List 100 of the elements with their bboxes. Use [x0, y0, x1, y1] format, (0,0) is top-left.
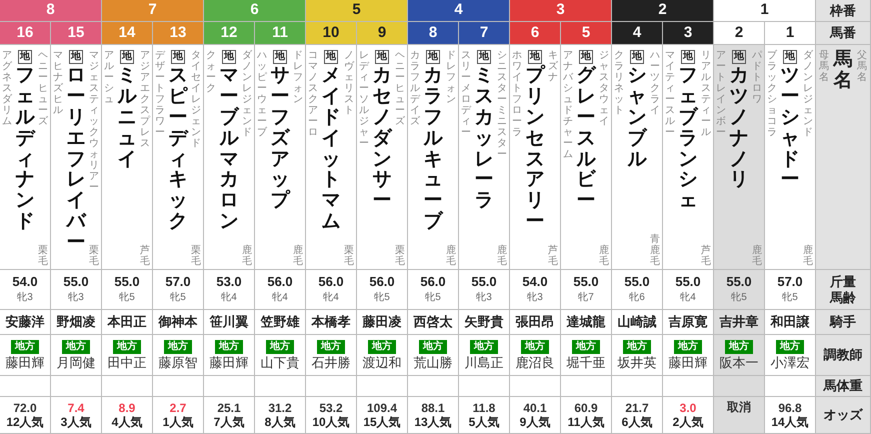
- sire-name: タイセイレジェンド: [191, 50, 201, 149]
- affiliation-badge: 地方: [623, 340, 651, 354]
- trainer-name: 堀千亜: [566, 354, 606, 370]
- weight: 55.0: [63, 274, 89, 290]
- sex-age: 牝3: [476, 290, 492, 304]
- frame-number: 7: [102, 0, 204, 22]
- coat-color: 鹿毛: [497, 245, 507, 267]
- local-badge: 地: [375, 50, 389, 64]
- coat-color: 栗毛: [395, 245, 405, 267]
- dam-name: スリーメロディー: [461, 50, 471, 140]
- horse-name: サーフズアップ: [270, 66, 290, 212]
- horse-name: グレースルビー: [576, 66, 596, 212]
- horse-number: 8: [408, 22, 459, 45]
- sex-age: 牝3: [68, 290, 84, 304]
- row-label: 調教師: [824, 346, 862, 364]
- horse-name: ミスカッレーラ: [474, 66, 494, 212]
- coat-color: 鹿毛: [803, 245, 813, 267]
- coat-color: 鹿毛: [446, 245, 456, 267]
- horse-number: 1: [765, 22, 816, 45]
- frame-number: 3: [510, 0, 612, 22]
- sire-name: シニスターミニスター: [497, 50, 507, 160]
- coat-color: 芦毛: [701, 245, 711, 267]
- horse-name: カツノナノリ: [730, 66, 748, 192]
- weight: 53.0: [216, 274, 242, 290]
- sex-age: 牝5: [119, 290, 135, 304]
- local-badge: 地: [477, 50, 491, 64]
- odds-value: 40.1: [523, 400, 547, 414]
- sex-age: 牝4: [680, 290, 696, 304]
- sire-name: パドトロワ: [752, 50, 762, 105]
- affiliation-badge: 地方: [317, 340, 345, 354]
- horse-number: 12: [204, 22, 255, 45]
- coat-color: 栗毛: [191, 245, 201, 267]
- odds-value: 8.9: [118, 400, 136, 414]
- sire-name: ダノンレジェンド: [242, 50, 252, 138]
- trainer-name: 月岡健: [56, 354, 96, 370]
- dam-name: カラフルデイズ: [410, 50, 420, 129]
- odds-value: 21.7: [625, 400, 649, 414]
- sex-age: 牝5: [782, 290, 798, 304]
- odds-value: 88.1: [421, 400, 445, 414]
- weight: 55.0: [675, 274, 701, 290]
- local-badge: 地: [732, 50, 746, 64]
- coat-color: 栗毛: [38, 245, 48, 267]
- affiliation-badge: 地方: [215, 340, 243, 354]
- sire-name: ハーツクライ: [650, 50, 660, 116]
- local-badge: 地: [528, 50, 542, 64]
- popularity-rank: 11人気: [568, 414, 604, 430]
- weight: 55.0: [114, 274, 140, 290]
- sex-age: 牝3: [17, 290, 33, 304]
- trainer-name: 藤原智: [158, 354, 198, 370]
- jockey-name: 西啓太: [414, 313, 452, 332]
- sex-age: 牝5: [425, 290, 441, 304]
- jockey-name: 野畑凌: [56, 313, 96, 332]
- odds-value: 72.0: [13, 400, 37, 414]
- odds-value: 96.8: [778, 400, 802, 414]
- frame-number: 4: [408, 0, 510, 22]
- row-label: 馬番: [830, 24, 856, 42]
- trainer-name: 小澤宏: [770, 354, 810, 370]
- trainer-name: 田中正: [108, 354, 146, 370]
- sire-name: ヘニーヒューズ: [395, 50, 405, 127]
- horse-name: メイドイットマム: [322, 66, 340, 234]
- coat-color: 鹿毛: [599, 245, 609, 267]
- local-badge: 地: [681, 50, 695, 64]
- jockey-name: 張田昂: [516, 313, 554, 332]
- local-badge: 地: [426, 50, 440, 64]
- odds-value: 11.8: [472, 400, 496, 414]
- sire-name: ダノンレジェンド: [803, 50, 813, 138]
- local-badge: 地: [324, 50, 338, 64]
- dam-name: クォーク: [206, 50, 216, 96]
- horse-name: マーブルマカロン: [220, 66, 238, 234]
- sex-age: 牝4: [323, 290, 339, 304]
- odds-value: 53.2: [319, 400, 343, 414]
- dam-name: コマノスクアーロ: [308, 50, 318, 140]
- trainer-name: 藤田輝: [6, 354, 44, 370]
- horse-name: スピーディキック: [168, 66, 188, 234]
- horse-name: フェブランシェ: [678, 66, 698, 212]
- horse-number: 14: [102, 22, 153, 45]
- local-badge: 地: [120, 50, 134, 64]
- jockey-name: 本橋孝: [312, 313, 350, 332]
- sire-name: ジャスタウェイ: [599, 50, 609, 127]
- dam-name: ハッピーウェーブ: [257, 50, 267, 140]
- affiliation-badge: 地方: [776, 340, 804, 354]
- weight: 56.0: [369, 274, 395, 290]
- horse-number: 11: [255, 22, 306, 45]
- local-badge: 地: [69, 50, 83, 64]
- popularity-rank: 10人気: [312, 414, 350, 430]
- horse-number: 13: [153, 22, 204, 45]
- dam-name: ブラックショコラ: [767, 50, 777, 140]
- coat-color: 栗毛: [89, 245, 99, 267]
- horse-name: カセノダンサー: [372, 66, 392, 212]
- trainer-name: 荒山勝: [414, 354, 452, 370]
- dam-name: マヒナズヒル: [53, 50, 63, 118]
- coat-color: 青鹿毛: [650, 234, 660, 267]
- popularity-rank: 4人気: [112, 414, 142, 430]
- sire-name: ノヴェリスト: [344, 50, 354, 116]
- affiliation-badge: 地方: [164, 340, 192, 354]
- sex-age: 牝5: [170, 290, 186, 304]
- jockey-name: 矢野貴: [464, 313, 504, 332]
- weight: 56.0: [318, 274, 344, 290]
- popularity-rank: 15人気: [363, 414, 401, 430]
- sire-name: アジアエクスプレス: [140, 50, 150, 149]
